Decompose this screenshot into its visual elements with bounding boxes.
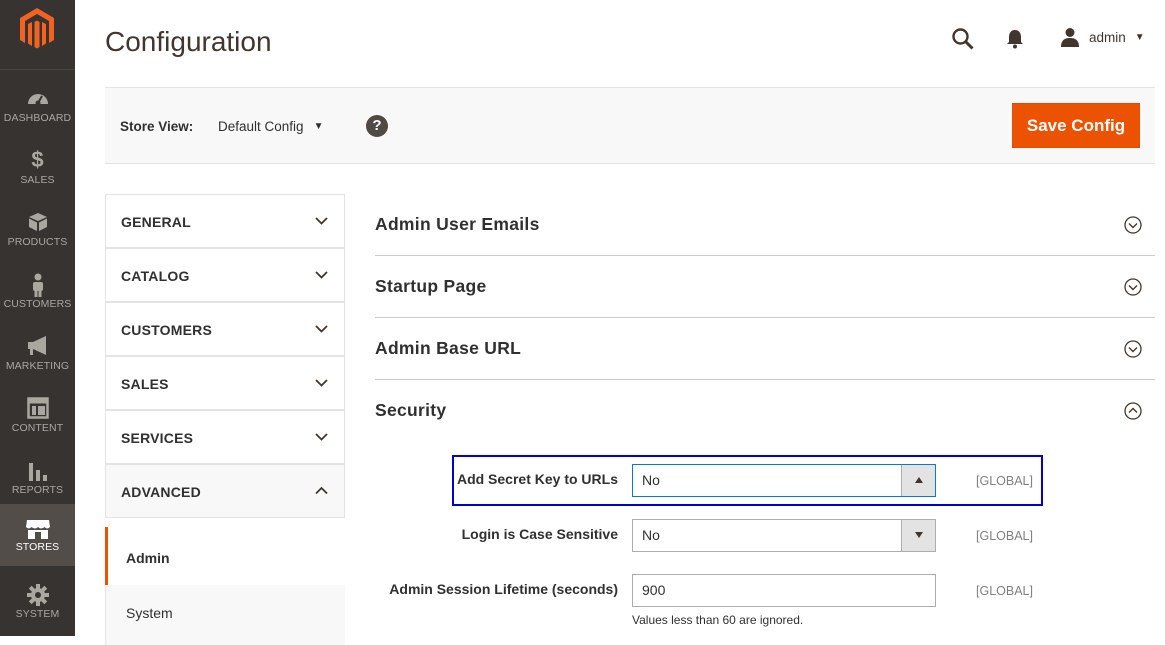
user-icon <box>1061 28 1079 47</box>
select-value: No <box>642 472 660 488</box>
help-icon[interactable]: ? <box>366 115 388 137</box>
store-view-switcher[interactable]: Default Config ▼ <box>218 119 323 134</box>
admin-session-lifetime-input[interactable]: 900 <box>632 574 936 607</box>
section-security[interactable]: Security <box>375 380 1155 442</box>
sub-item-label: Admin <box>126 550 170 566</box>
gear-icon <box>0 583 75 607</box>
tab-label: SALES <box>121 376 169 392</box>
dashboard-icon <box>0 87 75 111</box>
page-title: Configuration <box>105 26 272 57</box>
tab-catalog[interactable]: CATALOG <box>105 248 345 302</box>
select-toggle[interactable] <box>901 520 935 551</box>
menu-item-customers[interactable]: CUSTOMERS <box>0 261 75 323</box>
login-case-sensitive-label: Login is Case Sensitive <box>461 526 618 542</box>
tab-label: ADVANCED <box>121 484 201 500</box>
caret-down-icon: ▼ <box>1134 31 1145 43</box>
field-note: Values less than 60 are ignored. <box>632 613 804 627</box>
chevron-down-icon <box>315 271 328 279</box>
menu-item-reports[interactable]: REPORTS <box>0 447 75 509</box>
caret-down-icon: ▼ <box>313 121 324 132</box>
add-secret-key-select[interactable]: No <box>632 464 936 497</box>
search-icon[interactable] <box>951 27 975 56</box>
sub-item-label: System <box>126 605 173 621</box>
menu-item-label: SALES <box>20 174 55 186</box>
admin-menu: DASHBOARD $ SALES PRODUCTS CUSTOMERS MAR… <box>0 0 75 636</box>
section-title: Admin Base URL <box>375 338 522 358</box>
cube-icon <box>0 211 75 235</box>
tab-advanced[interactable]: ADVANCED <box>105 464 345 518</box>
notifications-bell-icon[interactable] <box>1006 29 1024 54</box>
menu-item-label: PRODUCTS <box>7 236 68 248</box>
menu-item-products[interactable]: PRODUCTS <box>0 199 75 261</box>
input-value: 900 <box>642 582 666 598</box>
magento-logo[interactable] <box>0 0 75 70</box>
section-title: Startup Page <box>375 276 487 296</box>
menu-item-label: STORES <box>15 541 60 553</box>
menu-item-label: SYSTEM <box>15 608 60 620</box>
expand-circle-icon <box>1124 216 1142 234</box>
menu-item-marketing[interactable]: MARKETING <box>0 323 75 385</box>
tab-services[interactable]: SERVICES <box>105 410 345 464</box>
tab-customers[interactable]: CUSTOMERS <box>105 302 345 356</box>
tab-label: CUSTOMERS <box>121 322 212 338</box>
layout-icon <box>0 397 75 421</box>
bar-chart-icon <box>0 459 75 483</box>
magento-logo-icon <box>20 8 54 49</box>
select-value: No <box>642 527 660 543</box>
scope-label: [GLOBAL] <box>976 529 1033 543</box>
select-toggle[interactable] <box>901 465 935 496</box>
menu-item-stores[interactable]: STORES <box>0 504 75 566</box>
admin-username: admin <box>1089 29 1126 45</box>
admin-session-lifetime-label: Admin Session Lifetime (seconds) <box>389 581 618 597</box>
menu-item-label: CONTENT <box>11 422 64 434</box>
caret-up-icon <box>915 477 923 483</box>
chevron-down-icon <box>315 325 328 333</box>
megaphone-icon <box>0 335 75 359</box>
menu-item-dashboard[interactable]: DASHBOARD <box>0 75 75 137</box>
tab-label: CATALOG <box>121 268 190 284</box>
chevron-up-icon <box>315 486 328 495</box>
store-view-selected: Default Config <box>218 119 304 134</box>
admin-user-menu[interactable]: admin ▼ <box>1060 27 1145 47</box>
person-icon <box>0 273 75 297</box>
store-view-label: Store View: <box>120 119 194 134</box>
tab-sales[interactable]: SALES <box>105 356 345 410</box>
menu-item-content[interactable]: CONTENT <box>0 385 75 447</box>
scope-label: [GLOBAL] <box>976 584 1033 598</box>
storefront-icon <box>0 518 75 542</box>
chevron-down-icon <box>315 379 328 387</box>
chevron-down-icon <box>315 217 328 225</box>
caret-down-icon <box>915 532 923 538</box>
section-admin-user-emails[interactable]: Admin User Emails <box>375 194 1155 256</box>
tab-label: GENERAL <box>121 214 191 230</box>
menu-item-label: REPORTS <box>11 484 64 496</box>
menu-item-system[interactable]: SYSTEM <box>0 571 75 633</box>
menu-item-sales[interactable]: $ SALES <box>0 137 75 199</box>
section-startup-page[interactable]: Startup Page <box>375 256 1155 318</box>
section-title: Admin User Emails <box>375 214 540 234</box>
menu-item-label: MARKETING <box>5 360 70 372</box>
tab-advanced-system[interactable]: System <box>105 585 345 645</box>
dollar-icon: $ <box>31 147 44 172</box>
add-secret-key-label: Add Secret Key to URLs <box>456 471 618 487</box>
collapse-circle-icon <box>1124 402 1142 420</box>
menu-item-label: CUSTOMERS <box>3 298 72 310</box>
store-view-bar: Store View: Default Config ▼ ? Save Conf… <box>105 87 1155 164</box>
chevron-down-icon <box>315 433 328 441</box>
save-config-button[interactable]: Save Config <box>1012 103 1140 148</box>
expand-circle-icon <box>1124 278 1142 296</box>
scope-label: [GLOBAL] <box>976 474 1033 488</box>
menu-item-label: DASHBOARD <box>3 112 72 124</box>
tab-label: SERVICES <box>121 430 194 446</box>
expand-circle-icon <box>1124 340 1142 358</box>
tab-general[interactable]: GENERAL <box>105 194 345 248</box>
section-admin-base-url[interactable]: Admin Base URL <box>375 318 1155 380</box>
section-title: Security <box>375 400 447 420</box>
login-case-sensitive-select[interactable]: No <box>632 519 936 552</box>
